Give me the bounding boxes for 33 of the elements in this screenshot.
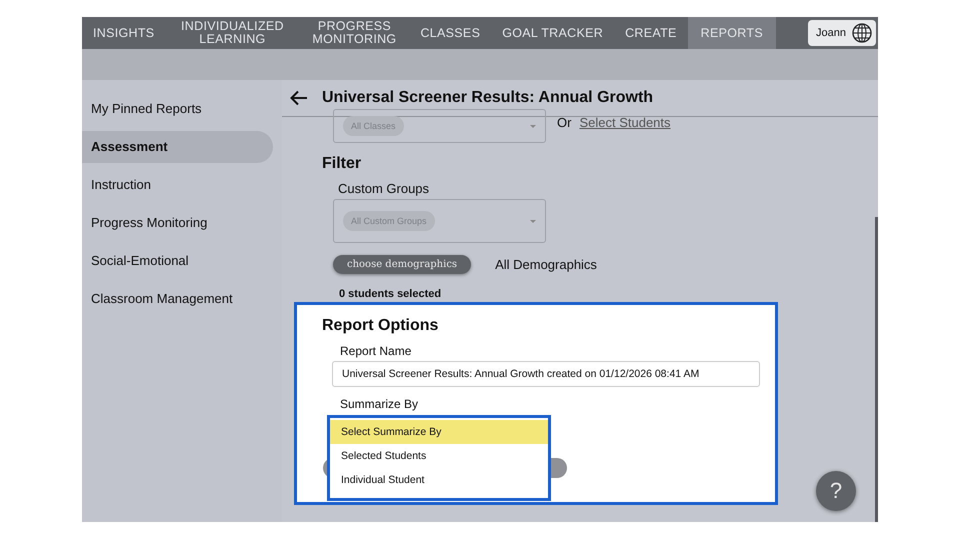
scrollbar[interactable]: [875, 217, 878, 522]
sidebar-item[interactable]: Progress Monitoring: [82, 207, 273, 239]
help-button[interactable]: ?: [816, 471, 856, 511]
report-name-field[interactable]: Universal Screener Results: Annual Growth created on 01/12/2026 08:41 AM: [332, 361, 760, 387]
nav-tab[interactable]: PROGRESS MONITORING: [299, 17, 410, 49]
dropdown-option[interactable]: Select Summarize By: [330, 420, 548, 444]
dropdown-option[interactable]: Selected Students: [330, 444, 548, 468]
or-label: Or: [557, 115, 572, 130]
nav-tab[interactable]: CLASSES: [409, 17, 492, 49]
nav-tab[interactable]: REPORTS: [688, 17, 776, 49]
nav-tab[interactable]: GOAL TRACKER: [491, 17, 614, 49]
students-selected-count: 0 students selected: [339, 288, 442, 300]
report-name-label: Report Name: [340, 344, 412, 358]
nav-tab[interactable]: INSIGHTS: [82, 17, 166, 49]
globe-icon: [852, 23, 872, 43]
sidebar-item[interactable]: Classroom Management: [82, 283, 273, 315]
dropdown-option[interactable]: Individual Student: [330, 468, 548, 492]
summarize-by-label: Summarize By: [340, 397, 420, 411]
demographics-value: All Demographics: [495, 257, 597, 272]
user-menu[interactable]: Joann: [808, 20, 876, 46]
select-students-link[interactable]: Select Students: [579, 115, 671, 130]
report-options-heading: Report Options: [322, 317, 440, 335]
sidebar-item[interactable]: My Pinned Reports: [82, 93, 273, 125]
sidebar-item[interactable]: Social-Emotional: [82, 245, 273, 277]
sidebar-item[interactable]: Assessment: [82, 131, 273, 163]
back-arrow-icon[interactable]: [290, 90, 308, 106]
sidebar-item[interactable]: Instruction: [82, 169, 273, 201]
nav-tab[interactable]: INDIVIDUALIZED LEARNING: [165, 17, 300, 49]
custom-groups-label: Custom Groups: [338, 181, 430, 196]
page-title: Universal Screener Results: Annual Growth: [322, 89, 654, 107]
nav-tab[interactable]: CREATE: [614, 17, 688, 49]
filter-heading: Filter: [322, 155, 362, 173]
choose-demographics-button[interactable]: choose demographics: [333, 255, 472, 274]
